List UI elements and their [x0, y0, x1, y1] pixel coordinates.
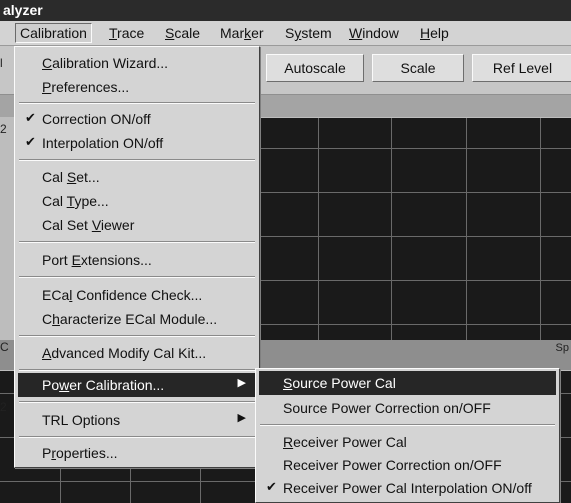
check-icon: ✔	[25, 110, 36, 125]
menu-separator	[19, 369, 255, 371]
menu-item-receiver-power-cal-interpolation[interactable]: ✔ Receiver Power Cal Interpolation ON/of…	[259, 476, 556, 500]
menu-separator	[19, 159, 255, 161]
window-title: alyzer	[3, 2, 43, 18]
trace-grid-upper	[258, 118, 571, 340]
menu-item-power-calibration[interactable]: Power Calibration... ▶	[18, 373, 256, 397]
menu-item-preferences[interactable]: Preferences...	[18, 75, 256, 99]
menu-marker[interactable]: Marker	[220, 25, 264, 41]
menu-calibration[interactable]: Calibration	[15, 23, 92, 43]
menu-item-ecal-confidence-check[interactable]: ECal Confidence Check...	[18, 283, 256, 307]
menu-separator	[19, 241, 255, 243]
menu-item-receiver-power-correction[interactable]: Receiver Power Correction on/OFF	[259, 453, 556, 477]
autoscale-button[interactable]: Autoscale	[266, 54, 364, 82]
menu-separator	[19, 276, 255, 278]
menu-item-calibration-wizard[interactable]: Calibration Wizard...	[18, 51, 256, 75]
menu-window[interactable]: Window	[349, 25, 399, 41]
menu-separator	[19, 436, 255, 438]
menu-item-port-extensions[interactable]: Port Extensions...	[18, 248, 256, 272]
menu-item-cal-set[interactable]: Cal Set...	[18, 165, 256, 189]
menu-item-advanced-modify-cal-kit[interactable]: Advanced Modify Cal Kit...	[18, 341, 256, 365]
menu-item-source-power-correction[interactable]: Source Power Correction on/OFF	[259, 396, 556, 420]
scale-button[interactable]: Scale	[372, 54, 464, 82]
menu-separator	[19, 335, 255, 337]
menu-item-receiver-power-cal[interactable]: Receiver Power Cal	[259, 430, 556, 454]
menu-scale[interactable]: Scale	[165, 25, 200, 41]
menu-item-interpolation[interactable]: ✔ Interpolation ON/off	[18, 131, 256, 155]
left-fragment: 2	[0, 400, 7, 414]
menu-bar: Calibration Trace Scale Marker System Wi…	[0, 21, 571, 46]
menu-separator	[19, 102, 255, 104]
menu-system[interactable]: System	[285, 25, 332, 41]
menu-item-characterize-ecal[interactable]: Characterize ECal Module...	[18, 307, 256, 331]
menu-help[interactable]: Help	[420, 25, 449, 41]
menu-separator	[260, 424, 555, 426]
menu-separator	[19, 401, 255, 403]
calibration-menu: Calibration Wizard... Preferences... ✔ C…	[14, 46, 260, 468]
title-bar: alyzer	[0, 0, 571, 21]
power-calibration-submenu: Source Power Cal Source Power Correction…	[255, 368, 560, 503]
submenu-arrow-icon: ▶	[237, 377, 246, 389]
left-fragment: l	[0, 56, 3, 70]
left-fragment: 2	[0, 122, 7, 136]
menu-item-properties[interactable]: Properties...	[18, 441, 256, 465]
menu-item-correction[interactable]: ✔ Correction ON/off	[18, 107, 256, 131]
submenu-arrow-icon: ▶	[237, 412, 246, 424]
menu-item-cal-set-viewer[interactable]: Cal Set Viewer	[18, 213, 256, 237]
status-label: Sp	[555, 342, 569, 354]
ref-level-button[interactable]: Ref Level	[472, 54, 571, 82]
check-icon: ✔	[266, 479, 277, 494]
menu-item-trl-options[interactable]: TRL Options ▶	[18, 408, 256, 432]
left-fragment: C	[0, 340, 9, 354]
menu-trace[interactable]: Trace	[109, 25, 144, 41]
menu-item-source-power-cal[interactable]: Source Power Cal	[259, 371, 556, 395]
menu-item-cal-type[interactable]: Cal Type...	[18, 189, 256, 213]
check-icon: ✔	[25, 134, 36, 149]
